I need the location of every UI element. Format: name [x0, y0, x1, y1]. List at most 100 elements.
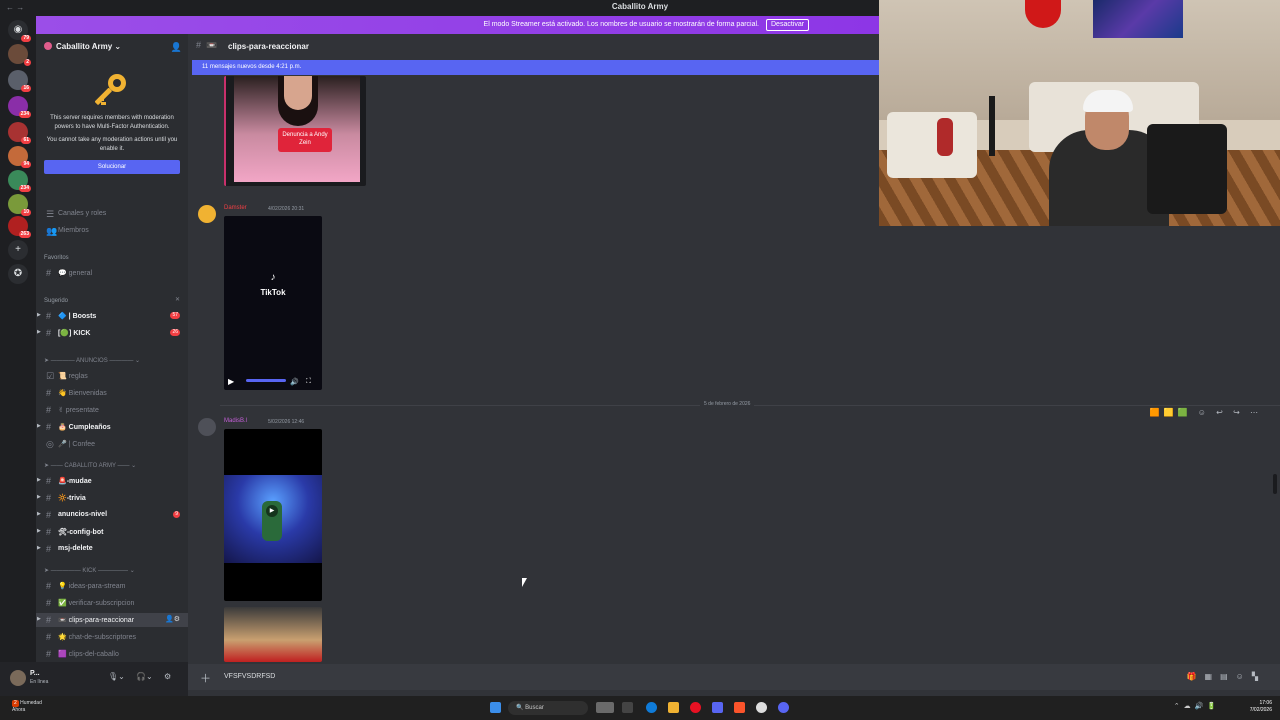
- hash-icon: #: [46, 328, 52, 338]
- add-server-button[interactable]: +: [8, 240, 28, 260]
- channel-clips-para-reaccionar[interactable]: ▶ # 📼 clips-para-reaccionar 👤⚙: [36, 613, 188, 627]
- channel-general[interactable]: # 💬 general: [36, 266, 188, 280]
- channel-reglas[interactable]: ☑ 📜 reglas: [36, 369, 188, 383]
- unread-marker: ▶: [37, 528, 41, 534]
- channel-name: clips-para-reaccionar: [228, 42, 309, 51]
- microphone-icon[interactable]: 🎙⌄: [108, 672, 125, 681]
- server-icon-active[interactable]: 94: [8, 146, 31, 168]
- channel-mudae[interactable]: ▶ # 🚨-mudae: [36, 474, 188, 488]
- server-icon[interactable]: 61: [8, 122, 31, 144]
- hash-icon: #: [46, 615, 52, 625]
- taskbar-search[interactable]: 🔍 Buscar: [508, 701, 588, 715]
- channel-bienvenidas[interactable]: # 👋 Bienvenidas: [36, 386, 188, 400]
- mention-badge: 234: [18, 185, 31, 192]
- channel-ideas-para-stream[interactable]: # 💡 ideas-para-stream: [36, 579, 188, 593]
- mfa-warning-text: You cannot take any moderation actions u…: [46, 137, 178, 152]
- channel-presentate[interactable]: # ✌ presentate: [36, 403, 188, 417]
- file-explorer-icon[interactable]: [668, 702, 679, 713]
- category-anuncios[interactable]: ➤ ———— ANUNCIOS ———— ⌄: [44, 357, 140, 364]
- guild-header[interactable]: Caballito Army ⌄: [44, 42, 121, 51]
- avatar[interactable]: [10, 670, 26, 686]
- nav-channels-roles[interactable]: ☰ Canales y roles: [36, 207, 188, 221]
- unread-marker: ▶: [37, 477, 41, 483]
- section-suggested[interactable]: Sugerido: [44, 298, 68, 304]
- category-kick[interactable]: ➤ ————— KICK ————— ⌄: [44, 567, 135, 574]
- video-embed[interactable]: [224, 607, 322, 662]
- video-embed[interactable]: ▶: [224, 429, 322, 601]
- discord-icon[interactable]: [778, 702, 789, 713]
- avatar[interactable]: [198, 418, 216, 436]
- key-icon: [94, 72, 129, 108]
- system-tray[interactable]: ⌃☁🔊🔋: [1174, 702, 1220, 710]
- server-icon[interactable]: 234: [8, 96, 31, 118]
- server-icon[interactable]: 234: [8, 170, 31, 192]
- edge-icon[interactable]: [646, 702, 657, 713]
- channel-settings-icon[interactable]: 👤⚙: [165, 615, 180, 623]
- unread-marker: ▶: [37, 616, 41, 622]
- avatar[interactable]: [198, 205, 216, 223]
- new-messages-bar[interactable]: 11 mensajes nuevos desde 4:21 p.m.: [192, 60, 879, 75]
- channel-cumpleanos[interactable]: ▶ # 🎂 Cumpleaños: [36, 420, 188, 434]
- channel-trivia[interactable]: ▶ # 🔆-trivia: [36, 491, 188, 505]
- category-caballito-army[interactable]: ➤ —— CABALLITO ARMY —— ⌄: [44, 462, 136, 469]
- hash-icon: #: [46, 422, 52, 432]
- tiktok-embed[interactable]: ♪ TikTok ▶ 🔊 ⛶: [224, 216, 322, 390]
- gear-icon[interactable]: ⚙: [164, 672, 171, 681]
- server-icon[interactable]: 263: [8, 216, 31, 238]
- volume-icon[interactable]: 🔊: [290, 378, 299, 386]
- weather-widget[interactable]: 2 Humedad Ahora: [12, 700, 42, 714]
- mention-badge: 94: [21, 161, 31, 168]
- person-cap: [1083, 90, 1133, 112]
- message-author[interactable]: MadisB.l: [224, 418, 247, 424]
- close-icon[interactable]: ✕: [175, 296, 180, 303]
- taskbar: 2 Humedad Ahora 🔍 Buscar ⌃☁🔊🔋 17:06 7/02…: [0, 696, 1280, 720]
- server-icon[interactable]: 16: [8, 70, 31, 92]
- play-icon[interactable]: ▶: [266, 505, 278, 517]
- unread-marker: ▶: [37, 423, 41, 429]
- fix-button[interactable]: Solucionar: [44, 160, 180, 174]
- widgets-icon[interactable]: [596, 702, 614, 713]
- nav-members[interactable]: 👥 Miembros: [36, 224, 188, 238]
- channel-anuncios-nivel[interactable]: ▶ # anuncios-nivel 9: [36, 508, 188, 522]
- deactivate-streamer-button[interactable]: Desactivar: [766, 19, 810, 31]
- section-favorites[interactable]: Favoritos: [44, 255, 69, 261]
- brave-icon[interactable]: [734, 702, 745, 713]
- message-composer[interactable]: ＋ VFSFVSDRFSD 🎁▦▤☺▚: [188, 664, 1280, 690]
- clip-thumbnail[interactable]: Denuncia a Andy Zein: [224, 76, 366, 186]
- teams-icon[interactable]: [712, 702, 723, 713]
- discover-button[interactable]: ✪: [8, 264, 28, 284]
- hash-icon: #: [46, 510, 52, 520]
- channel-kick[interactable]: ▶ # [🟢] KICK 26: [36, 326, 188, 340]
- unread-marker: ▶: [37, 511, 41, 517]
- channel-boosts[interactable]: ▶ # 🔷 | Boosts 57: [36, 309, 188, 323]
- app-icon[interactable]: [690, 702, 701, 713]
- channel-config-bot[interactable]: ▶ # 🛠-config-bot: [36, 525, 188, 539]
- message-input[interactable]: VFSFVSDRFSD: [224, 673, 275, 680]
- server-icon[interactable]: 10: [8, 194, 31, 216]
- message-author[interactable]: Damster: [224, 205, 247, 211]
- headphones-icon[interactable]: 🎧⌄: [136, 672, 153, 681]
- channel-msj-delete[interactable]: ▶ # msj-delete: [36, 542, 188, 556]
- chrome-icon[interactable]: [756, 702, 767, 713]
- channel-verificar-subscripcion[interactable]: # ✅ verificar-subscripcion: [36, 596, 188, 610]
- windows-start-icon[interactable]: [490, 702, 501, 713]
- server-icon[interactable]: 2: [8, 44, 31, 66]
- mention-badge: 57: [170, 312, 180, 319]
- direct-messages-button[interactable]: ◉ 79: [8, 20, 31, 42]
- invite-people-icon[interactable]: 👤: [171, 42, 182, 53]
- message-timestamp: 5/02/2026 12:46: [268, 419, 305, 425]
- add-attachment-icon[interactable]: ＋: [200, 670, 211, 686]
- scrollbar[interactable]: [1273, 474, 1277, 494]
- channel-chat-de-subscriptores[interactable]: # 🌟 chat-de-subscriptores: [36, 630, 188, 644]
- play-icon[interactable]: ▶: [228, 377, 234, 386]
- stage-icon: ◎: [46, 439, 54, 449]
- channel-clips-del-caballo[interactable]: # 🟪 clips-del-caballo: [36, 647, 188, 661]
- task-view-icon[interactable]: [622, 702, 633, 713]
- message-hover-toolbar[interactable]: 🟧🟨🟩 ☺ ↩ ↪ ⋯: [1150, 408, 1262, 417]
- progress-slider[interactable]: [246, 379, 286, 382]
- composer-tools[interactable]: 🎁▦▤☺▚: [1187, 672, 1266, 681]
- channel-confee[interactable]: ◎ 🎤 | Confee: [36, 437, 188, 451]
- fullscreen-icon[interactable]: ⛶: [306, 378, 311, 386]
- clock[interactable]: 17:06 7/02/2026: [1250, 700, 1272, 714]
- hash-icon: #: [46, 311, 52, 321]
